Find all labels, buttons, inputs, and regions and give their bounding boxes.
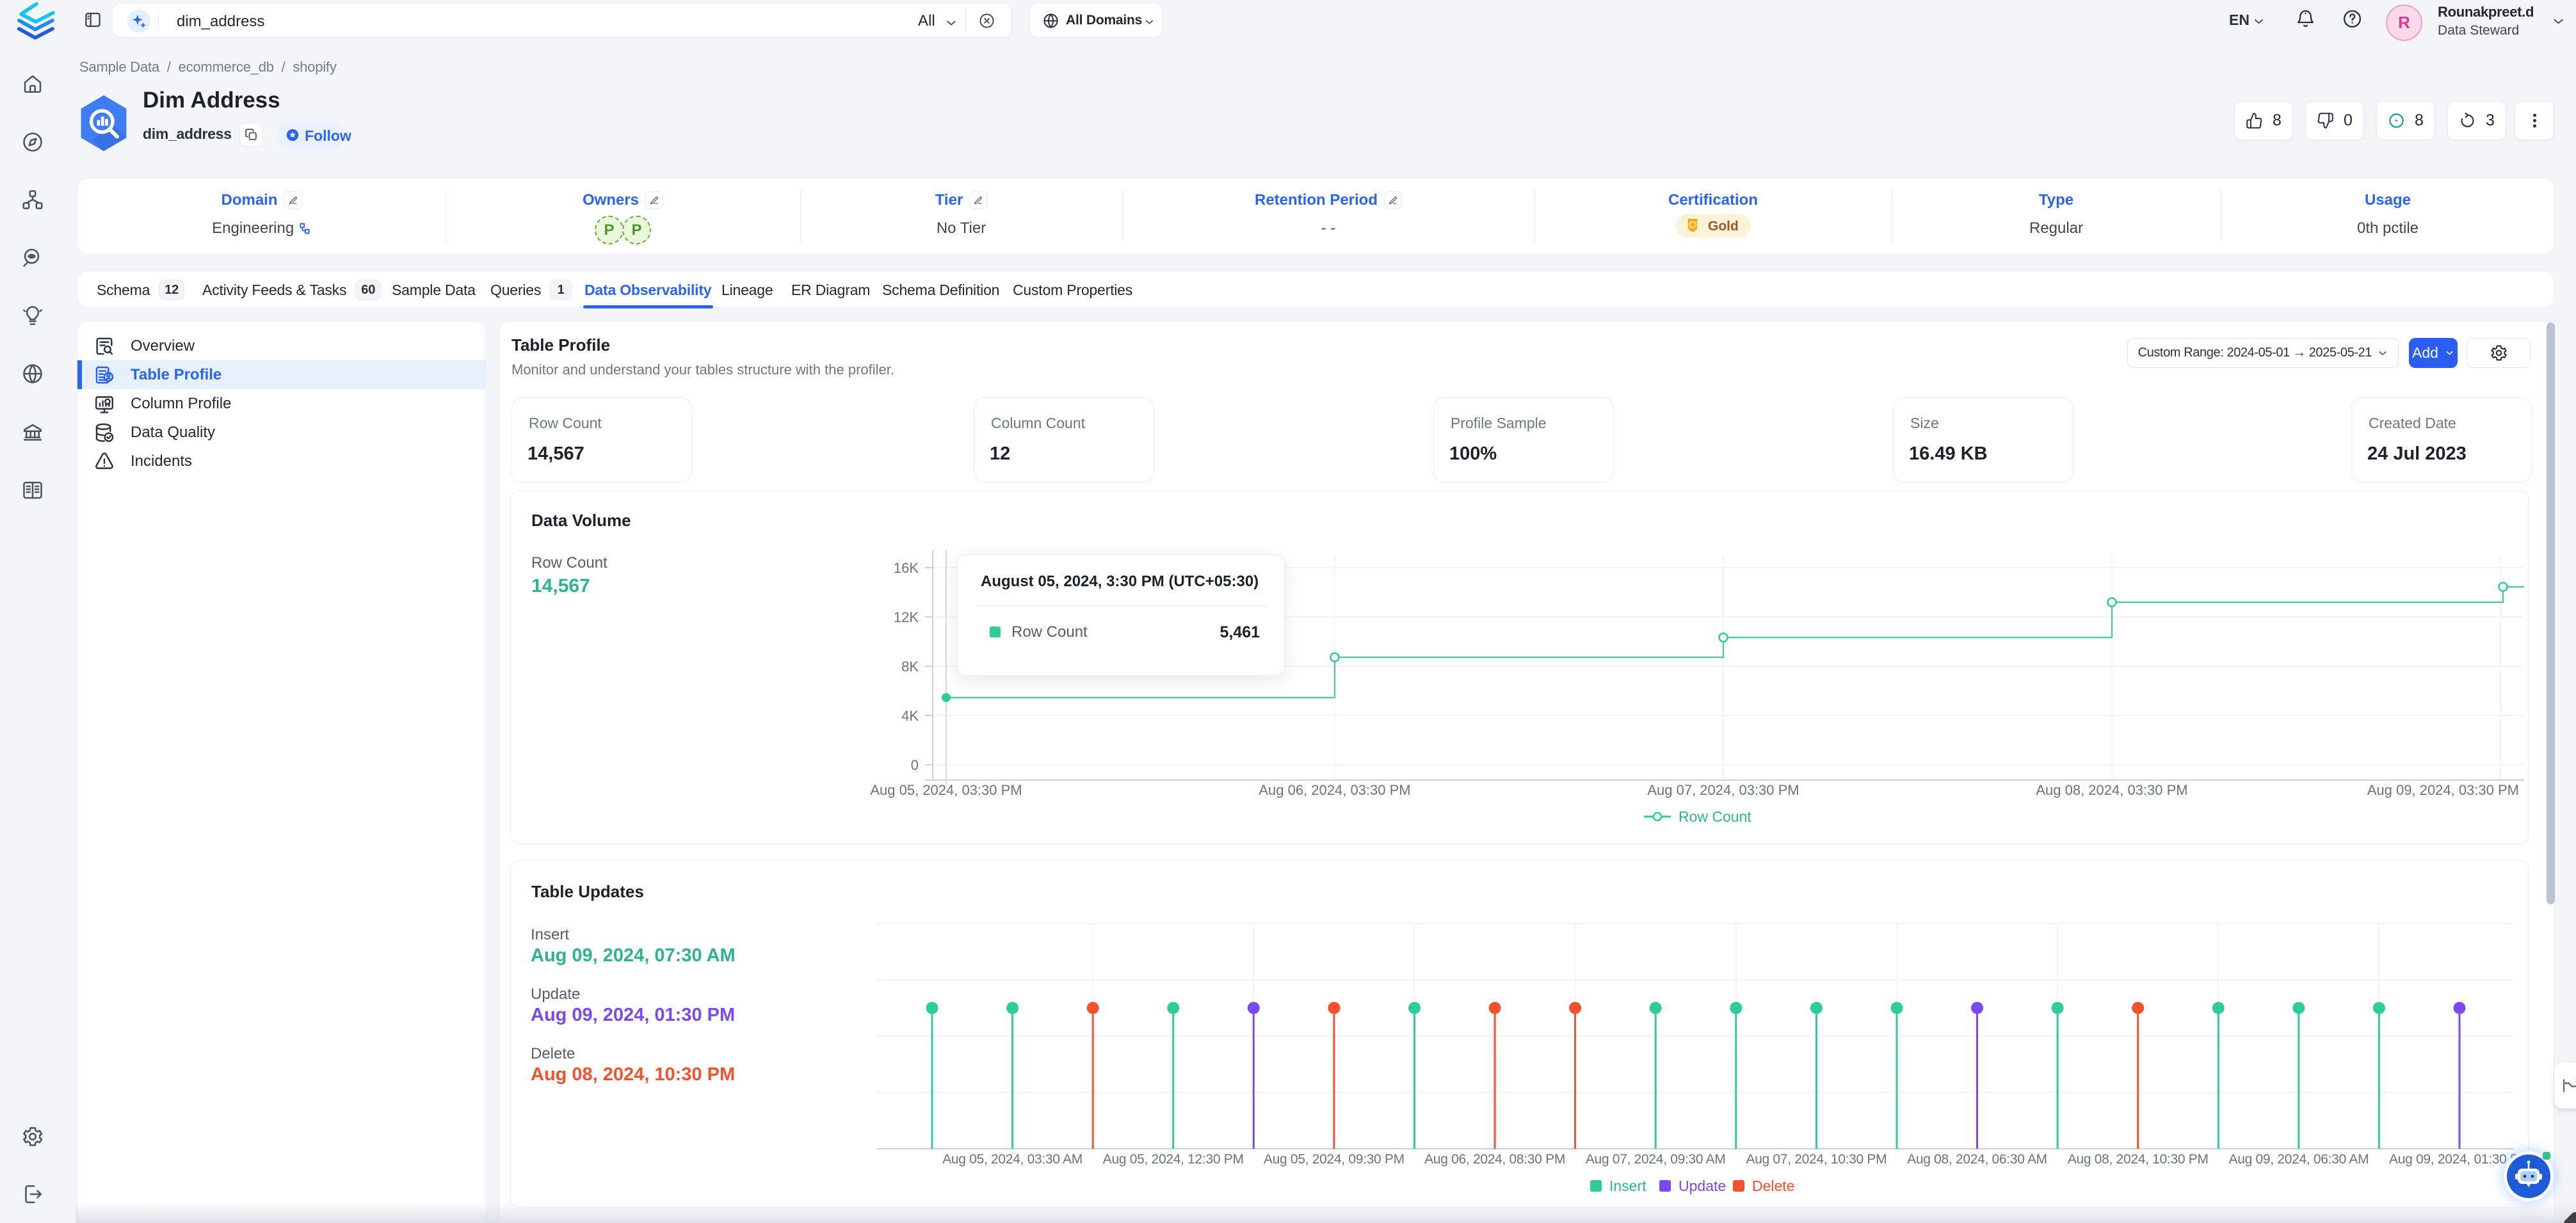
svg-text:0: 0 [911, 757, 919, 773]
svg-text:Insert: Insert [1609, 1178, 1646, 1194]
svg-text:8K: 8K [901, 659, 919, 675]
svg-text:Aug 09, 2024, 03:30 PM: Aug 09, 2024, 03:30 PM [2367, 782, 2519, 798]
svg-text:Aug 05, 2024, 12:30 PM: Aug 05, 2024, 12:30 PM [1103, 1152, 1244, 1167]
svg-text:Aug 09, 2024, 06:30 AM: Aug 09, 2024, 06:30 AM [2229, 1152, 2369, 1167]
svg-text:Delete: Delete [1752, 1178, 1794, 1194]
svg-text:Aug 05, 2024, 03:30 PM: Aug 05, 2024, 03:30 PM [870, 782, 1022, 798]
svg-text:Aug 05, 2024, 09:30 PM: Aug 05, 2024, 09:30 PM [1264, 1152, 1405, 1167]
svg-text:16K: 16K [894, 560, 919, 576]
svg-text:Aug 07, 2024, 10:30 PM: Aug 07, 2024, 10:30 PM [1746, 1152, 1887, 1167]
svg-text:Aug 08, 2024, 03:30 PM: Aug 08, 2024, 03:30 PM [2036, 782, 2187, 798]
svg-text:4K: 4K [901, 708, 919, 724]
svg-text:Aug 09, 2024, 01:30 PM: Aug 09, 2024, 01:30 PM [2389, 1152, 2530, 1167]
svg-text:Aug 07, 2024, 09:30 AM: Aug 07, 2024, 09:30 AM [1586, 1152, 1726, 1167]
svg-text:Row Count: Row Count [1678, 808, 1751, 825]
svg-text:Aug 07, 2024, 03:30 PM: Aug 07, 2024, 03:30 PM [1647, 782, 1799, 798]
svg-text:Aug 08, 2024, 06:30 AM: Aug 08, 2024, 06:30 AM [1907, 1152, 2047, 1167]
svg-text:Update: Update [1678, 1178, 1726, 1194]
svg-text:Aug 05, 2024, 03:30 AM: Aug 05, 2024, 03:30 AM [942, 1152, 1083, 1167]
svg-text:Aug 06, 2024, 08:30 PM: Aug 06, 2024, 08:30 PM [1424, 1152, 1565, 1167]
svg-text:Aug 06, 2024, 03:30 PM: Aug 06, 2024, 03:30 PM [1259, 782, 1410, 798]
svg-text:Aug 08, 2024, 10:30 PM: Aug 08, 2024, 10:30 PM [2068, 1152, 2209, 1167]
svg-text:12K: 12K [894, 609, 919, 625]
